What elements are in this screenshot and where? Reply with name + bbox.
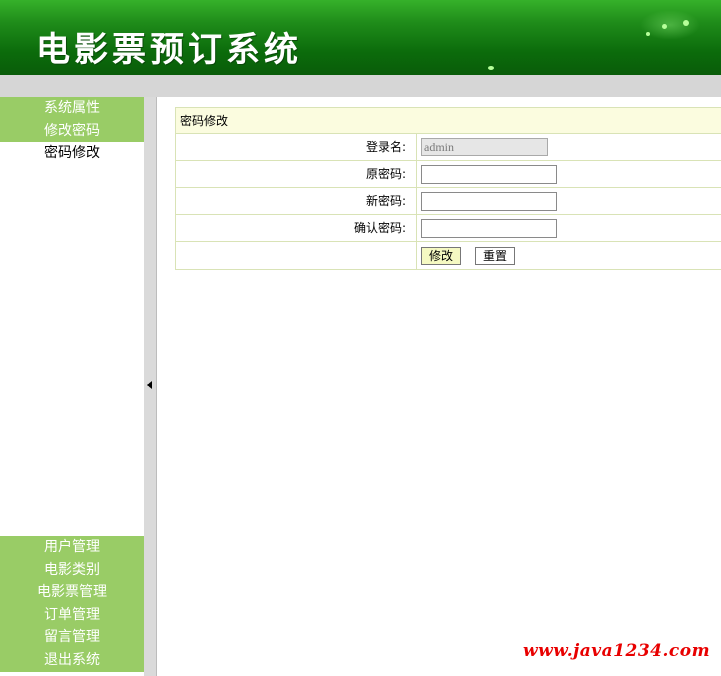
old-password-input[interactable] xyxy=(421,164,557,184)
username-field-cell: admin xyxy=(417,134,721,160)
submit-button[interactable]: 修改 xyxy=(421,246,462,265)
collapse-arrow-icon[interactable] xyxy=(147,381,152,389)
sidebar-item-movie-category[interactable]: 电影类别 xyxy=(0,558,144,582)
sidebar-item-system-properties[interactable]: 系统属性 xyxy=(0,97,144,120)
main-content: 密码修改 登录名: admin 原密码: 新密码: 确认密码: 修改 重置 xyxy=(158,97,721,676)
banner-sparkle xyxy=(646,32,650,36)
password-form: 密码修改 登录名: admin 原密码: 新密码: 确认密码: 修改 重置 xyxy=(175,107,721,270)
watermark-text: www.java1234.com xyxy=(523,641,711,661)
actions-field-cell: 修改 重置 xyxy=(417,242,721,269)
sidebar-group-system: 系统属性 修改密码 密码修改 xyxy=(0,97,144,165)
app-title: 电影票预订系统 xyxy=(36,30,302,70)
sidebar-item-password-modify[interactable]: 密码修改 xyxy=(0,142,144,165)
username-input: admin xyxy=(421,138,548,156)
header-banner: 电影票预订系统 xyxy=(0,0,721,75)
actions-label-cell xyxy=(176,242,417,269)
old-password-label: 原密码: xyxy=(176,161,417,187)
sidebar-item-order-management[interactable]: 订单管理 xyxy=(0,603,144,627)
form-row-old-password: 原密码: xyxy=(176,161,721,188)
confirm-password-input[interactable] xyxy=(421,218,557,238)
banner-sparkle xyxy=(683,20,689,26)
toolbar-strip xyxy=(0,75,721,97)
sidebar-item-logout[interactable]: 退出系统 xyxy=(0,648,144,672)
username-label: 登录名: xyxy=(176,134,417,160)
form-row-username: 登录名: admin xyxy=(176,134,721,161)
sidebar: 系统属性 修改密码 密码修改 用户管理 电影类别 电影票管理 订单管理 留言管理… xyxy=(0,97,144,676)
reset-button[interactable]: 重置 xyxy=(475,246,516,265)
form-row-new-password: 新密码: xyxy=(176,188,721,215)
new-password-input[interactable] xyxy=(421,191,557,211)
form-row-confirm-password: 确认密码: xyxy=(176,215,721,242)
confirm-password-field-cell xyxy=(417,215,721,241)
confirm-password-label: 确认密码: xyxy=(176,215,417,241)
form-row-actions: 修改 重置 xyxy=(176,242,721,269)
sidebar-group-modules: 用户管理 电影类别 电影票管理 订单管理 留言管理 退出系统 xyxy=(0,536,144,672)
banner-sparkle xyxy=(662,24,667,29)
banner-sparkle xyxy=(488,66,494,70)
new-password-label: 新密码: xyxy=(176,188,417,214)
new-password-field-cell xyxy=(417,188,721,214)
sidebar-splitter[interactable] xyxy=(144,97,157,676)
sidebar-item-user-management[interactable]: 用户管理 xyxy=(0,536,144,559)
old-password-field-cell xyxy=(417,161,721,187)
sidebar-item-message-management[interactable]: 留言管理 xyxy=(0,626,144,649)
form-caption: 密码修改 xyxy=(176,108,721,134)
sidebar-item-change-password[interactable]: 修改密码 xyxy=(0,119,144,142)
sidebar-item-ticket-management[interactable]: 电影票管理 xyxy=(0,581,144,604)
